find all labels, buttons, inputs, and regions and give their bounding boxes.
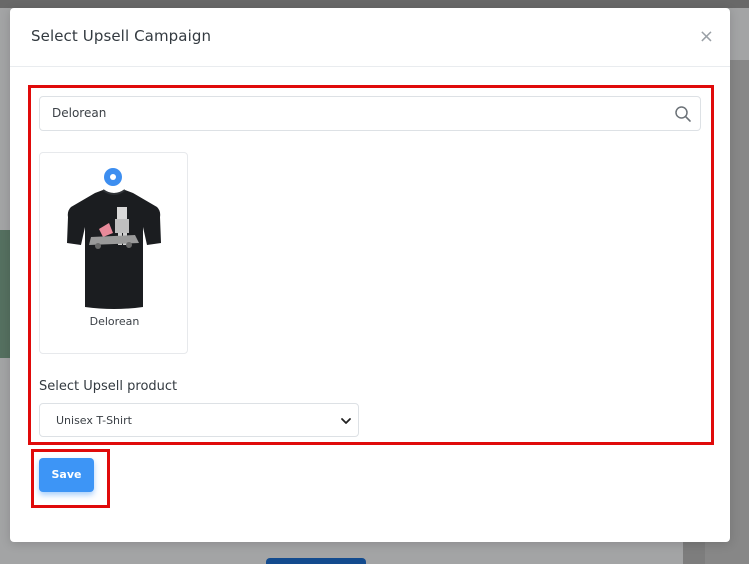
close-icon[interactable]: × <box>699 28 714 46</box>
modal-header: Select Upsell Campaign × <box>10 8 730 67</box>
highlight-box-save <box>31 449 110 508</box>
highlight-box-main <box>28 85 714 445</box>
modal-title: Select Upsell Campaign <box>31 27 212 45</box>
